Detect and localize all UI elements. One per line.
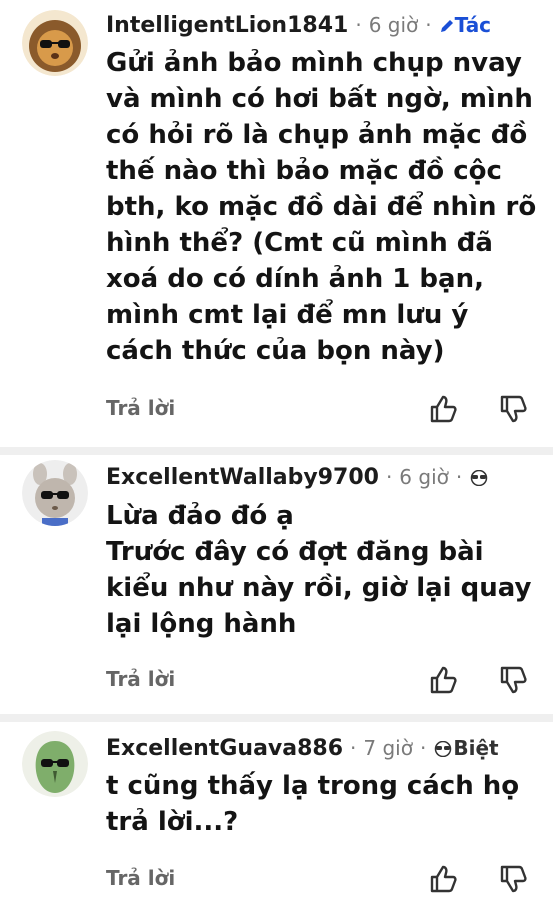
reply-button[interactable]: Trả lời (106, 866, 175, 890)
downvote-icon[interactable] (498, 665, 528, 695)
flair-text: Biệt (453, 736, 499, 760)
comment-divider (0, 714, 553, 722)
author-flair: Biệt (433, 736, 499, 760)
timestamp: 6 giờ (368, 13, 419, 37)
separator: · (419, 736, 427, 760)
author-name[interactable]: ExcellentGuava886 (106, 736, 343, 761)
body-line: cách thức của bọn này) (106, 336, 445, 366)
upvote-icon[interactable] (428, 665, 458, 695)
timestamp: 6 giờ (399, 465, 449, 489)
author-flair: Tác (439, 13, 491, 37)
comment-body: t cũng thấy lạ trong cách họ trả lời...? (106, 768, 546, 840)
guava-avatar-icon[interactable] (22, 731, 88, 797)
body-line: mình cmt lại để mn lưu ý (106, 300, 469, 330)
body-line: t cũng thấy lạ trong cách họ (106, 771, 520, 801)
separator: · (355, 13, 362, 37)
wallaby-avatar-icon[interactable] (22, 460, 88, 526)
separator: · (350, 736, 357, 760)
body-line: kiểu như này rồi, giờ lại quay (106, 573, 532, 603)
lion-avatar-icon[interactable] (22, 10, 88, 76)
downvote-icon[interactable] (498, 394, 528, 424)
comment-actions: Trả lời (106, 864, 536, 896)
comment-header: ExcellentWallaby9700 · 6 giờ · (106, 464, 489, 491)
author-name[interactable]: ExcellentWallaby9700 (106, 465, 379, 490)
reply-button[interactable]: Trả lời (106, 396, 175, 420)
comment-actions: Trả lời (106, 394, 536, 426)
body-line: trả lời...? (106, 807, 239, 837)
body-line: và mình có hơi bất ngờ, mình (106, 84, 533, 114)
body-line: xoá do có dính ảnh 1 bạn, (106, 264, 484, 294)
separator: · (385, 465, 393, 489)
body-line: thế nào thì bảo mặc đồ cộc (106, 156, 502, 186)
separator: · (455, 465, 463, 489)
flair-text: Tác (454, 13, 492, 37)
author-name[interactable]: IntelligentLion1841 (106, 13, 348, 38)
body-line: có hỏi rõ là chụp ảnh mặc đồ (106, 120, 528, 150)
timestamp: 7 giờ (363, 736, 413, 760)
comment-body: Gửi ảnh bảo mình chụp nvay và mình có hơ… (106, 45, 546, 369)
comment-header: IntelligentLion1841 · 6 giờ · Tác (106, 12, 491, 39)
body-line: lại lộng hành (106, 609, 297, 639)
author-flair (469, 465, 489, 489)
pencil-icon (440, 20, 453, 32)
body-line: Trước đây có đợt đăng bài (106, 537, 484, 567)
body-line: Gửi ảnh bảo mình chụp nvay (106, 48, 522, 78)
comment-actions: Trả lời (106, 665, 536, 697)
upvote-icon[interactable] (428, 394, 458, 424)
upvote-icon[interactable] (428, 864, 458, 894)
sunglasses-icon (470, 469, 488, 487)
body-line: bth, ko mặc đồ dài để nhìn rõ (106, 192, 537, 222)
body-line: Lừa đảo đó ạ (106, 501, 294, 531)
reply-button[interactable]: Trả lời (106, 667, 175, 691)
body-line: hình thể? (Cmt cũ mình đã (106, 228, 493, 258)
comment-body: Lừa đảo đó ạ Trước đây có đợt đăng bài k… (106, 498, 546, 642)
sunglasses-icon (435, 740, 452, 758)
comment-header: ExcellentGuava886 · 7 giờ · Biệt (106, 735, 499, 762)
downvote-icon[interactable] (498, 864, 528, 894)
comment-divider (0, 447, 553, 455)
separator: · (425, 13, 432, 37)
